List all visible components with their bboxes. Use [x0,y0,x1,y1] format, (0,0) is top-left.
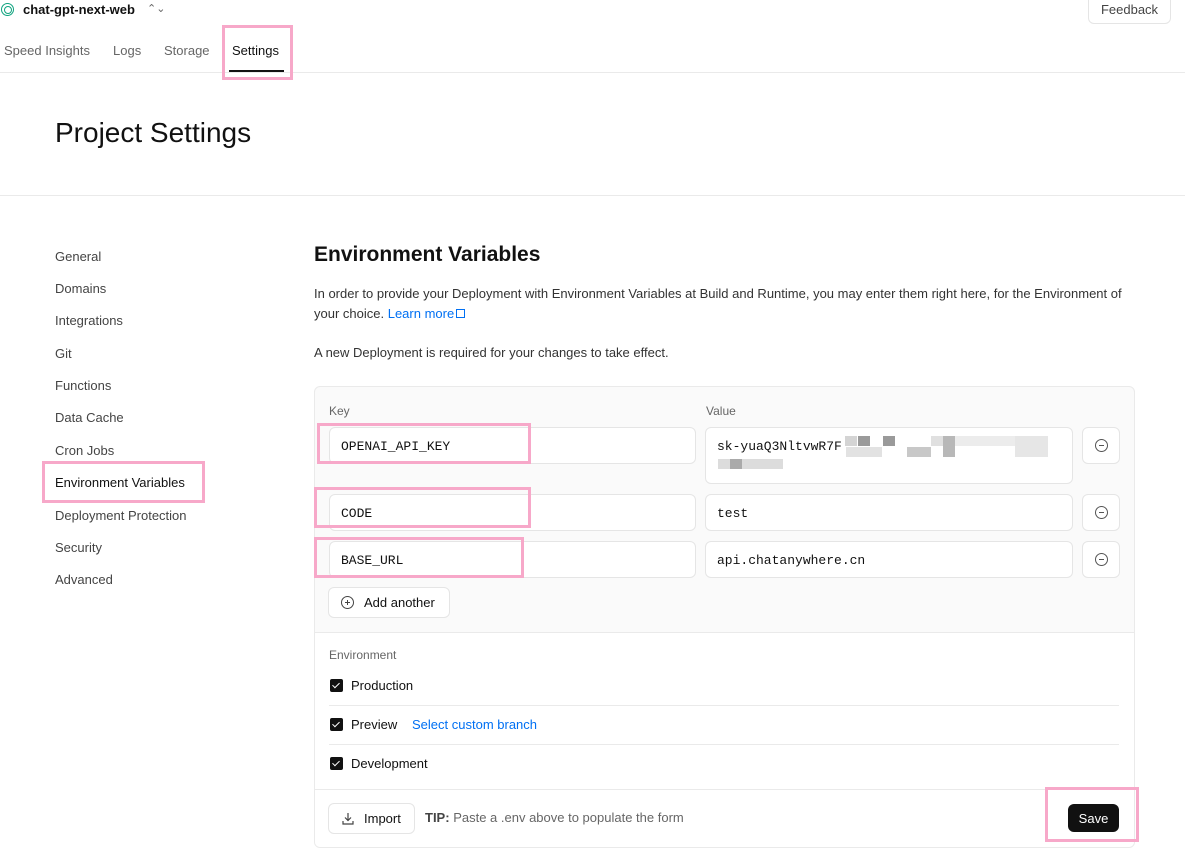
remove-row-button-3[interactable] [1082,541,1120,578]
page-title: Project Settings [55,117,252,148]
tab-settings[interactable]: Settings [232,43,279,58]
sidebar-item-functions[interactable]: Functions [55,378,111,393]
sidebar-item-environment-variables[interactable]: Environment Variables [55,475,185,490]
sidebar-item-cron-jobs[interactable]: Cron Jobs [55,443,114,458]
sidebar-item-general[interactable]: General [55,249,101,264]
section-description: In order to provide your Deployment with… [314,284,1144,324]
env-option-label: Development [351,756,428,771]
redacted-block [931,436,943,446]
project-name[interactable]: chat-gpt-next-web [23,2,135,17]
key-input-2[interactable]: CODE [329,494,696,531]
top-nav: chat-gpt-next-web ⌃⌄ Feedback Speed Insi… [0,0,1185,73]
tip-label: TIP: [425,810,450,825]
redacted-block [955,436,1015,446]
checkbox-checked-icon[interactable] [330,757,343,770]
header-divider [0,195,1185,196]
sidebar-item-data-cache[interactable]: Data Cache [55,410,124,425]
key-input-3[interactable]: BASE_URL [329,541,696,578]
sidebar-item-git[interactable]: Git [55,346,72,361]
redacted-block [718,459,783,469]
tab-speed-insights[interactable]: Speed Insights [4,43,90,58]
feedback-button[interactable]: Feedback [1088,0,1171,24]
tip-text: TIP: Paste a .env above to populate the … [425,810,684,825]
env-divider [329,705,1119,706]
value-input-2[interactable]: test [705,494,1073,531]
redacted-block [845,436,857,446]
sidebar-item-integrations[interactable]: Integrations [55,313,123,328]
project-switcher-chevron-icon[interactable]: ⌃⌄ [147,0,165,18]
remove-row-button-1[interactable] [1082,427,1120,464]
redacted-block [1015,436,1048,457]
deployment-note: A new Deployment is required for your ch… [314,345,669,360]
key-column-header: Key [329,404,350,418]
add-another-button[interactable]: Add another [328,587,450,618]
tip-body: Paste a .env above to populate the form [453,810,684,825]
value-column-header: Value [706,404,736,418]
minus-circle-icon [1095,439,1108,452]
redacted-block [858,436,870,446]
env-option-preview[interactable]: Preview Select custom branch [329,714,1119,734]
redacted-block [846,447,882,457]
redacted-block [883,436,895,446]
environment-label: Environment [329,648,397,662]
value-text-1: sk-yuaQ3NltvwR7F [717,439,842,454]
import-button[interactable]: Import [328,803,415,834]
env-option-label: Production [351,678,414,693]
checkbox-checked-icon[interactable] [330,679,343,692]
openai-logo-icon [1,3,14,16]
value-input-3[interactable]: api.chatanywhere.cn [705,541,1073,578]
key-input-1[interactable]: OPENAI_API_KEY [329,427,696,464]
remove-row-button-2[interactable] [1082,494,1120,531]
checkbox-checked-icon[interactable] [330,718,343,731]
tab-logs[interactable]: Logs [113,43,141,58]
section-title: Environment Variables [314,243,541,266]
sidebar-item-domains[interactable]: Domains [55,281,106,296]
redacted-block [943,436,955,457]
learn-more-label: Learn more [387,306,455,321]
download-icon [342,813,354,825]
learn-more-link[interactable]: Learn more [387,306,466,321]
redacted-block [730,459,742,469]
minus-circle-icon [1095,553,1108,566]
minus-circle-icon [1095,506,1108,519]
footer-divider [315,789,1134,790]
env-option-label: Preview [351,717,398,732]
save-button[interactable]: Save [1068,804,1119,832]
env-divider [329,744,1119,745]
env-option-development[interactable]: Development [329,753,1119,773]
tab-storage[interactable]: Storage [164,43,210,58]
sidebar-item-deployment-protection[interactable]: Deployment Protection [55,508,187,523]
sidebar-item-security[interactable]: Security [55,540,102,555]
redacted-block [907,447,931,457]
select-custom-branch-link[interactable]: Select custom branch [412,717,537,732]
add-another-label: Add another [364,595,435,610]
external-link-icon [456,309,466,318]
active-tab-indicator [229,70,284,72]
env-option-production[interactable]: Production [329,675,1119,695]
import-label: Import [364,811,401,826]
plus-circle-icon [341,596,354,609]
sidebar-item-advanced[interactable]: Advanced [55,572,113,587]
